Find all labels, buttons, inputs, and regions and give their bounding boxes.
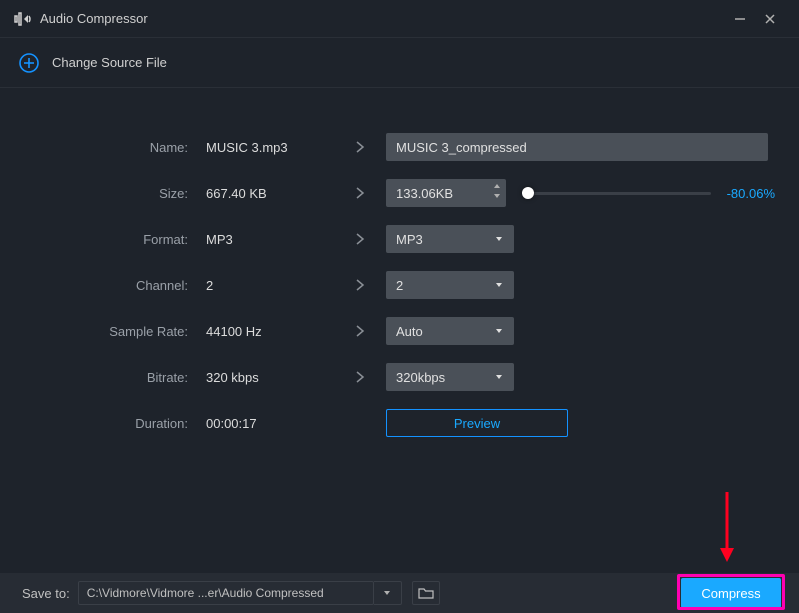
- duration-value: 00:00:17: [194, 416, 334, 431]
- preview-button[interactable]: Preview: [386, 409, 568, 437]
- samplerate-select-value: Auto: [396, 324, 423, 339]
- row-duration: Duration: 00:00:17 Preview: [24, 400, 775, 446]
- format-label: Format:: [24, 232, 194, 247]
- bitrate-select-value: 320kbps: [396, 370, 445, 385]
- row-format: Format: MP3 MP3: [24, 216, 775, 262]
- saveto-path[interactable]: C:\Vidmore\Vidmore ...er\Audio Compresse…: [78, 581, 374, 605]
- bitrate-value: 320 kbps: [194, 370, 334, 385]
- window-title: Audio Compressor: [40, 11, 725, 26]
- form-area: Name: MUSIC 3.mp3 Size: 667.40 KB 133.06…: [0, 88, 799, 446]
- arrow-icon: [334, 370, 386, 384]
- close-button[interactable]: [755, 4, 785, 34]
- duration-label: Duration:: [24, 416, 194, 431]
- slider-thumb[interactable]: [522, 187, 534, 199]
- arrow-icon: [334, 324, 386, 338]
- arrow-icon: [334, 232, 386, 246]
- saveto-label: Save to:: [22, 586, 70, 601]
- saveto-dropdown[interactable]: [374, 581, 402, 605]
- bitrate-label: Bitrate:: [24, 370, 194, 385]
- open-folder-button[interactable]: [412, 581, 440, 605]
- compress-button[interactable]: Compress: [681, 578, 781, 608]
- size-output-spinner[interactable]: 133.06KB: [386, 179, 506, 207]
- spinner-down-icon[interactable]: [492, 191, 502, 201]
- add-icon: [18, 52, 40, 74]
- folder-icon: [418, 587, 434, 599]
- size-percent: -80.06%: [721, 186, 775, 201]
- size-value: 667.40 KB: [194, 186, 334, 201]
- size-slider[interactable]: -80.06%: [524, 186, 775, 201]
- titlebar: Audio Compressor: [0, 0, 799, 38]
- channel-select-value: 2: [396, 278, 403, 293]
- row-size: Size: 667.40 KB 133.06KB -80.06%: [24, 170, 775, 216]
- arrow-icon: [334, 186, 386, 200]
- chevron-down-icon: [494, 232, 504, 247]
- samplerate-value: 44100 Hz: [194, 324, 334, 339]
- samplerate-select[interactable]: Auto: [386, 317, 514, 345]
- format-select-value: MP3: [396, 232, 423, 247]
- channel-value: 2: [194, 278, 334, 293]
- chevron-down-icon: [494, 370, 504, 385]
- name-label: Name:: [24, 140, 194, 155]
- arrow-icon: [334, 140, 386, 154]
- minimize-button[interactable]: [725, 4, 755, 34]
- footer: Save to: C:\Vidmore\Vidmore ...er\Audio …: [0, 573, 799, 613]
- size-label: Size:: [24, 186, 194, 201]
- name-output-input[interactable]: [386, 133, 768, 161]
- size-output-value: 133.06KB: [386, 186, 453, 201]
- row-bitrate: Bitrate: 320 kbps 320kbps: [24, 354, 775, 400]
- name-value: MUSIC 3.mp3: [194, 140, 334, 155]
- spinner-up-icon[interactable]: [492, 181, 502, 191]
- chevron-down-icon: [494, 324, 504, 339]
- format-select[interactable]: MP3: [386, 225, 514, 253]
- annotation-arrow: [717, 490, 737, 569]
- change-source-label: Change Source File: [52, 55, 167, 70]
- format-value: MP3: [194, 232, 334, 247]
- channel-label: Channel:: [24, 278, 194, 293]
- channel-select[interactable]: 2: [386, 271, 514, 299]
- row-channel: Channel: 2 2: [24, 262, 775, 308]
- chevron-down-icon: [494, 278, 504, 293]
- arrow-icon: [334, 278, 386, 292]
- change-source-row[interactable]: Change Source File: [0, 38, 799, 88]
- row-samplerate: Sample Rate: 44100 Hz Auto: [24, 308, 775, 354]
- bitrate-select[interactable]: 320kbps: [386, 363, 514, 391]
- row-name: Name: MUSIC 3.mp3: [24, 124, 775, 170]
- app-icon: [14, 12, 32, 26]
- samplerate-label: Sample Rate:: [24, 324, 194, 339]
